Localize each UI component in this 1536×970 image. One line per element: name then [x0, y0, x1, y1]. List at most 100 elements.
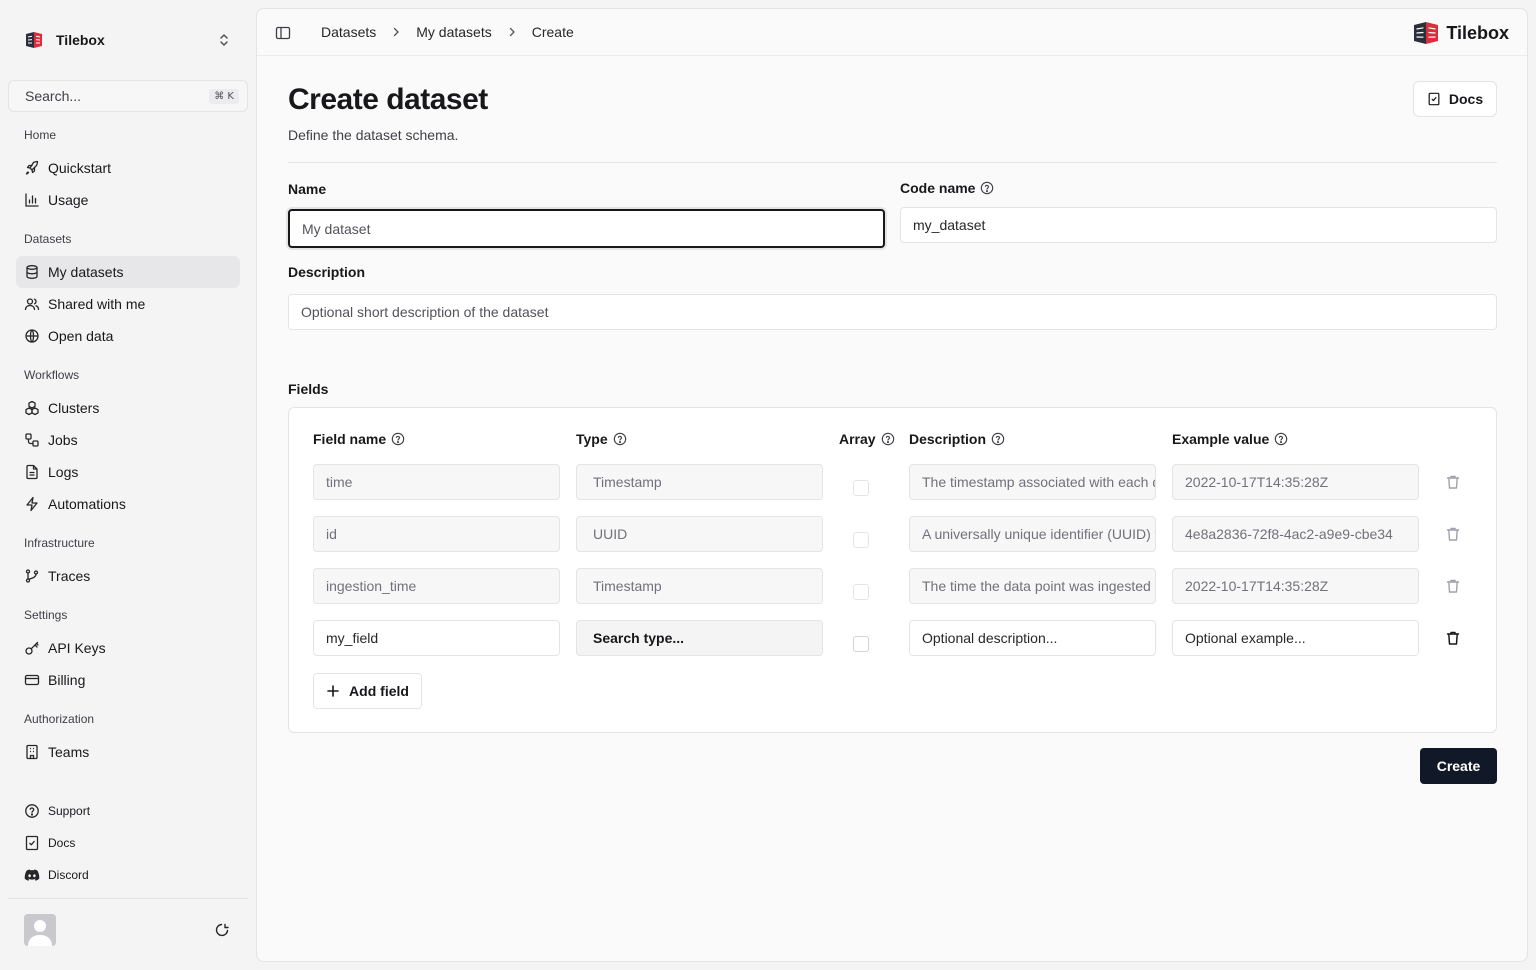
search-input[interactable]: Search... ⌘ K — [8, 80, 248, 112]
help-circle-icon[interactable] — [881, 432, 895, 446]
trash-icon[interactable] — [1445, 630, 1461, 646]
building-icon — [24, 744, 40, 760]
column-header-label: Field name — [313, 431, 387, 447]
brand-logo[interactable]: Tilebox — [1413, 21, 1509, 45]
sidebar-item-my-datasets[interactable]: My datasets — [16, 256, 240, 288]
group-label-settings: Settings — [24, 608, 68, 622]
column-header-field-name: Field name — [313, 431, 405, 447]
page-subtitle: Define the dataset schema. — [288, 127, 459, 143]
sidebar-item-clusters[interactable]: Clusters — [16, 392, 240, 424]
chevron-right-icon — [505, 25, 519, 39]
column-header-example: Example value — [1172, 431, 1288, 447]
docs-button[interactable]: Docs — [1413, 81, 1497, 117]
name-placeholder: My dataset — [302, 220, 371, 237]
sidebar-item-label: API Keys — [48, 640, 106, 656]
sidebar-item-open-data[interactable]: Open data — [16, 320, 240, 352]
code-name-input[interactable]: my_dataset — [900, 207, 1497, 243]
help-circle-icon[interactable] — [991, 432, 1005, 446]
sidebar-item-api-keys[interactable]: API Keys — [16, 632, 240, 664]
sidebar-item-docs[interactable]: Docs — [16, 827, 240, 859]
sidebar-item-label: Billing — [48, 672, 86, 688]
description-input[interactable]: Optional short description of the datase… — [288, 294, 1497, 330]
tilebox-logo-icon — [1413, 21, 1439, 45]
description-placeholder: Optional short description of the datase… — [301, 304, 549, 320]
help-circle-icon[interactable] — [980, 181, 994, 195]
name-label-text: Name — [288, 181, 327, 197]
sidebar-item-label: Jobs — [48, 432, 78, 448]
field-description-input: The timestamp associated with each data … — [909, 464, 1156, 500]
key-icon — [24, 640, 40, 656]
fields-label: Fields — [288, 381, 328, 397]
breadcrumb-datasets[interactable]: Datasets — [321, 24, 376, 40]
group-label-workflows: Workflows — [24, 368, 80, 382]
sidebar-item-discord[interactable]: Discord — [16, 859, 240, 891]
main-panel: Datasets My datasets Create Tilebox Crea… — [256, 8, 1528, 962]
field-name-value: my_field — [326, 630, 379, 646]
sidebar-item-quickstart[interactable]: Quickstart — [16, 152, 240, 184]
code-name-value: my_dataset — [913, 217, 986, 233]
sidebar-item-label: Usage — [48, 192, 89, 208]
group-label-infrastructure: Infrastructure — [24, 536, 95, 550]
avatar[interactable] — [24, 914, 56, 946]
sidebar-item-usage[interactable]: Usage — [16, 184, 240, 216]
sidebar-item-jobs[interactable]: Jobs — [16, 424, 240, 456]
help-circle-icon[interactable] — [391, 432, 405, 446]
panel-left-icon[interactable] — [275, 25, 291, 41]
help-circle-icon[interactable] — [1274, 432, 1288, 446]
code-name-label: Code name — [900, 180, 994, 196]
field-example-placeholder: Optional example... — [1185, 630, 1306, 646]
field-example-input: 4e8a2836-72f8-4ac2-a9e9-cbe34 — [1172, 516, 1419, 552]
create-button-label: Create — [1436, 758, 1481, 774]
field-description-value: The time the data point was ingested int… — [922, 578, 1155, 594]
array-checkbox[interactable] — [853, 636, 869, 652]
book-check-icon — [24, 835, 40, 851]
sidebar-item-label: Automations — [48, 496, 126, 512]
help-circle-icon — [24, 803, 40, 819]
field-type-select[interactable]: Search type... — [576, 620, 823, 656]
workspace-name: Tilebox — [56, 32, 105, 48]
sidebar-item-traces[interactable]: Traces — [16, 560, 240, 592]
trash-icon — [1445, 474, 1461, 490]
group-label-authorization: Authorization — [24, 712, 95, 726]
sidebar-item-label: Discord — [48, 868, 89, 882]
help-circle-icon[interactable] — [613, 432, 627, 446]
sidebar-item-shared-with-me[interactable]: Shared with me — [16, 288, 240, 320]
array-checkbox — [853, 480, 869, 496]
sidebar-item-billing[interactable]: Billing — [16, 664, 240, 696]
column-header-description: Description — [909, 431, 1005, 447]
sidebar-item-logs[interactable]: Logs — [16, 456, 240, 488]
add-field-button[interactable]: Add field — [313, 673, 422, 709]
group-label-home: Home — [24, 128, 57, 142]
sidebar: Tilebox Search... ⌘ K Home Quickstart Us… — [0, 0, 256, 970]
theme-toggle-icon[interactable] — [214, 922, 230, 938]
code-name-label-text: Code name — [900, 180, 976, 196]
bar-chart-icon — [24, 192, 40, 208]
field-name-input[interactable]: my_field — [313, 620, 560, 656]
field-name-input: id — [313, 516, 560, 552]
boxes-icon — [24, 400, 40, 416]
breadcrumb-create: Create — [531, 24, 574, 40]
field-example-input: 2022-10-17T14:35:28Z — [1172, 568, 1419, 604]
field-example-input[interactable]: Optional example... — [1172, 620, 1419, 656]
create-button[interactable]: Create — [1420, 748, 1497, 784]
name-input[interactable]: My dataset — [288, 209, 885, 248]
sidebar-item-label: Quickstart — [48, 160, 112, 176]
breadcrumb-my-datasets[interactable]: My datasets — [416, 24, 491, 40]
field-example-value: 2022-10-17T14:35:28Z — [1185, 578, 1329, 594]
sidebar-item-label: Support — [48, 804, 91, 818]
field-description-input[interactable]: Optional description... — [909, 620, 1156, 656]
globe-icon — [24, 328, 40, 344]
field-type-value: Search type... — [593, 630, 685, 646]
sidebar-item-automations[interactable]: Automations — [16, 488, 240, 520]
sidebar-item-support[interactable]: Support — [16, 795, 240, 827]
chevron-right-icon — [389, 25, 403, 39]
credit-card-icon — [24, 672, 40, 688]
field-type-select: UUID — [576, 516, 823, 552]
sidebar-divider — [8, 898, 248, 899]
docs-button-label: Docs — [1448, 91, 1484, 107]
sidebar-item-teams[interactable]: Teams — [16, 736, 240, 768]
column-header-label: Type — [576, 431, 608, 447]
workspace-switcher[interactable]: Tilebox — [16, 22, 240, 58]
add-field-label: Add field — [349, 683, 409, 699]
field-example-value: 4e8a2836-72f8-4ac2-a9e9-cbe34 — [1185, 526, 1393, 542]
